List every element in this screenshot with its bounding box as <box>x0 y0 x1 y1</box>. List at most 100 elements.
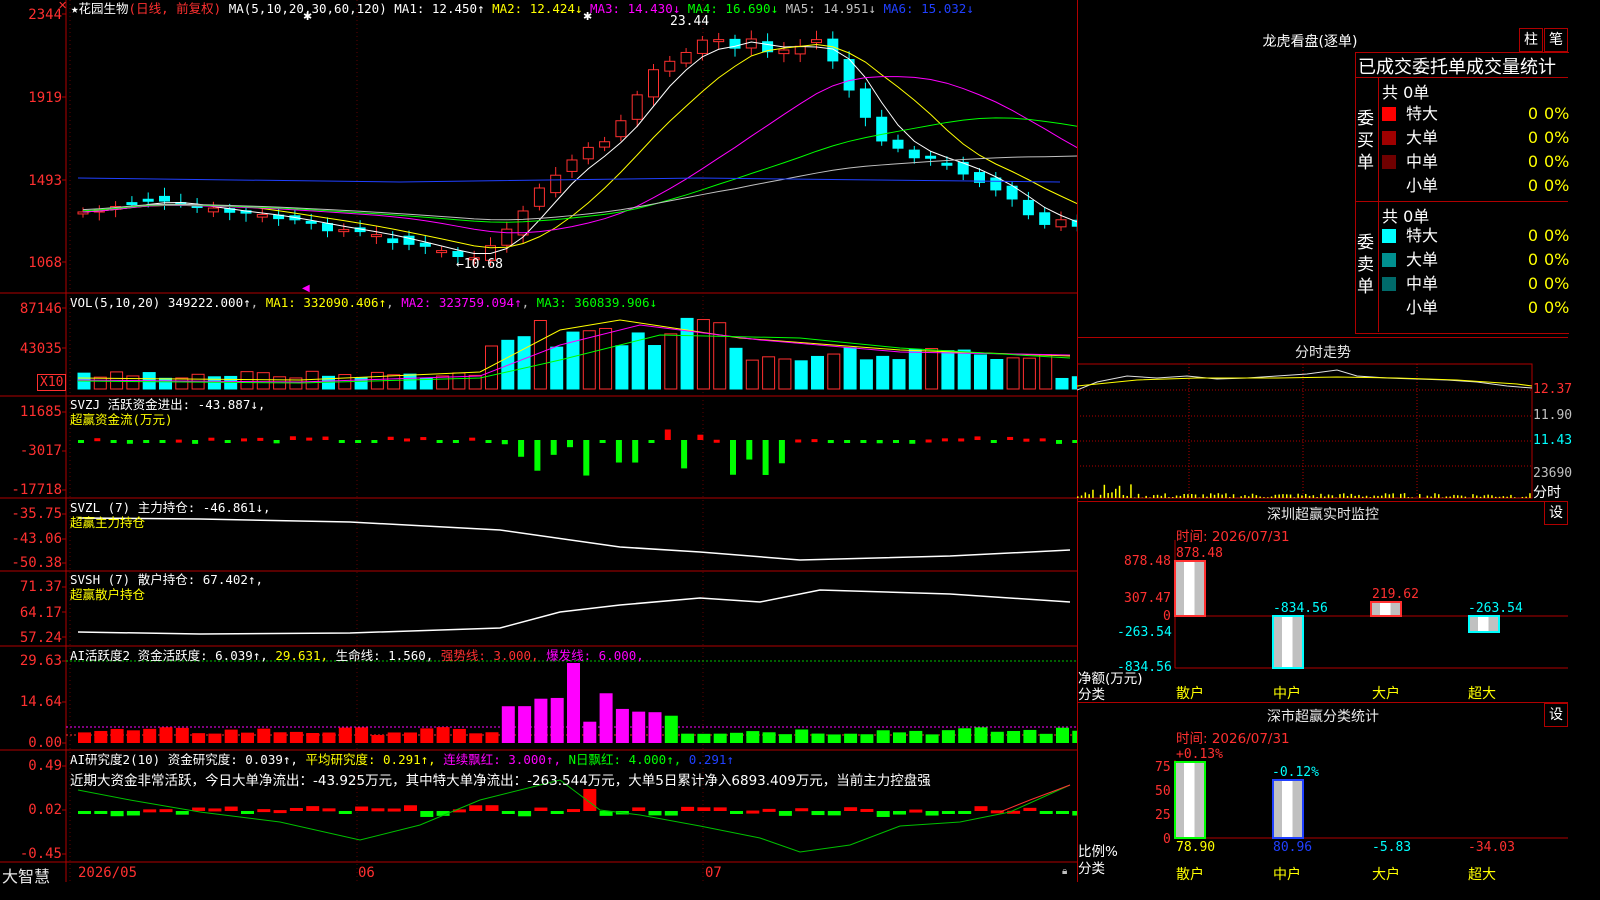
svsh-ytick: 64.17 <box>19 605 62 621</box>
research-bar <box>550 811 564 814</box>
volume-bar <box>974 354 987 390</box>
intraday-vol-bar <box>1479 496 1482 498</box>
candle-body <box>941 162 953 166</box>
event-star-icon[interactable]: ✱ <box>303 10 312 23</box>
intraday-vol-bar <box>1202 494 1204 498</box>
candle-body <box>794 45 806 55</box>
lock-icon[interactable]: 🔒︎ <box>1062 866 1067 877</box>
activity-bar <box>925 734 939 743</box>
intraday-vol-bar <box>1232 494 1235 498</box>
activity-bar <box>844 733 858 743</box>
intraday-vol-bar <box>1487 494 1489 498</box>
flow-bar <box>615 440 622 463</box>
intraday-frame <box>1077 363 1533 499</box>
volume-bar <box>925 348 939 390</box>
candle-body <box>680 51 692 64</box>
svzj-ytick: -17718 <box>11 482 62 498</box>
buy-row: 特大 0 0% <box>1380 102 1570 126</box>
candle-body <box>696 39 708 54</box>
candle-body <box>582 146 594 160</box>
activity-bar <box>224 729 238 743</box>
svzj-sublabel: 超赢资金流(万元) <box>70 412 173 427</box>
sz-monitor-value: -263.54 <box>1468 601 1523 616</box>
intraday-vol-bar <box>1194 494 1197 498</box>
sz-class-ytick: 75 <box>1155 760 1171 775</box>
flow-bar <box>371 440 378 443</box>
close-icon[interactable]: ✕ <box>58 0 67 11</box>
intraday-vol-bar <box>1358 494 1360 498</box>
volume-bar <box>876 355 890 390</box>
candle-body <box>990 177 1002 191</box>
svzl-ytick: -50.38 <box>11 555 62 571</box>
volume-bar <box>827 353 841 390</box>
air-v2: 平均研究度: 0.291↑, <box>305 752 436 767</box>
intraday-vol-bar <box>1426 495 1429 498</box>
activity-bar <box>452 728 466 743</box>
research-bar <box>224 806 238 811</box>
intraday-vol-bar <box>1156 494 1159 498</box>
intraday-vol-bar <box>1312 495 1315 498</box>
intraday-vol-bar <box>1449 496 1451 498</box>
main-chart-area[interactable] <box>0 0 1077 882</box>
bar-mode-button[interactable]: 柱 <box>1519 28 1543 52</box>
intraday-footer: 分时 <box>1533 485 1561 501</box>
flow-bar <box>697 434 704 440</box>
intraday-vol-bar <box>1080 495 1083 498</box>
holding-line <box>77 589 1071 635</box>
intraday-vol-bar <box>1491 495 1493 498</box>
sz-class-bottom-value: 78.90 <box>1176 840 1216 855</box>
candle-body <box>370 234 382 238</box>
activity-bar <box>583 721 597 743</box>
event-star-icon[interactable]: ✱ <box>583 10 592 23</box>
sz-monitor-settings-button[interactable]: 设 <box>1544 501 1568 525</box>
volume-bar <box>550 346 564 390</box>
research-bar <box>534 807 548 811</box>
intraday-vol-bar <box>1457 495 1459 498</box>
buy-row: 中单 0 0% <box>1380 150 1569 174</box>
research-bar <box>306 806 320 811</box>
intraday-vol-bar <box>1153 495 1155 498</box>
svzl-ytick: -43.06 <box>11 531 62 547</box>
chart-canvas[interactable] <box>0 0 1077 882</box>
air-v5: 0.291↑ <box>688 752 734 767</box>
monitor-bar-shine <box>1282 616 1293 668</box>
research-bar <box>648 811 662 816</box>
intraday-vol-bar <box>1263 497 1265 498</box>
scroll-marker-icon[interactable]: ◀ <box>302 283 310 294</box>
candle-body <box>126 202 138 206</box>
research-bar <box>94 811 108 814</box>
flow-bar <box>420 437 427 441</box>
flow-bar <box>648 440 655 443</box>
activity-bar <box>518 706 532 743</box>
tick-mode-button[interactable]: 笔 <box>1544 28 1568 52</box>
volume-bar <box>1006 357 1020 390</box>
intraday-vol-bar <box>1407 497 1410 498</box>
intraday-vol-bar <box>1164 493 1166 498</box>
panel-divider <box>1077 702 1568 703</box>
air-v3: 连续飘红: 3.000↑, <box>443 752 561 767</box>
sz-class-bottom-value: -5.83 <box>1372 840 1412 855</box>
volume-bar <box>941 350 955 390</box>
intraday-vol-bar <box>1088 494 1090 498</box>
activity-bar <box>941 730 955 743</box>
volume-bar <box>1055 377 1069 390</box>
sz-class-top-label: +0.13% <box>1176 747 1223 762</box>
candle-body <box>778 49 790 55</box>
row-name: 特大 <box>1406 104 1439 123</box>
row-pct: 0% <box>1544 104 1570 123</box>
flow-bar <box>860 440 867 443</box>
flow-bar <box>322 436 329 440</box>
intraday-vol-bar <box>1270 496 1273 498</box>
sz-class-settings-button[interactable]: 设 <box>1544 703 1568 727</box>
sell-row: 特大 0 0% <box>1380 224 1569 248</box>
intraday-vol-bar <box>1213 494 1216 498</box>
activity-bar <box>1007 730 1021 743</box>
research-bar <box>681 806 695 811</box>
flow-bar <box>192 440 199 444</box>
activity-bar <box>876 730 890 743</box>
star-icon[interactable]: ★ <box>71 1 79 16</box>
ai2-v5: 爆发线: 6.000, <box>546 648 644 663</box>
volume-bar <box>175 377 189 390</box>
intraday-chart[interactable] <box>1077 362 1568 500</box>
row-pct: 0% <box>1544 274 1570 293</box>
